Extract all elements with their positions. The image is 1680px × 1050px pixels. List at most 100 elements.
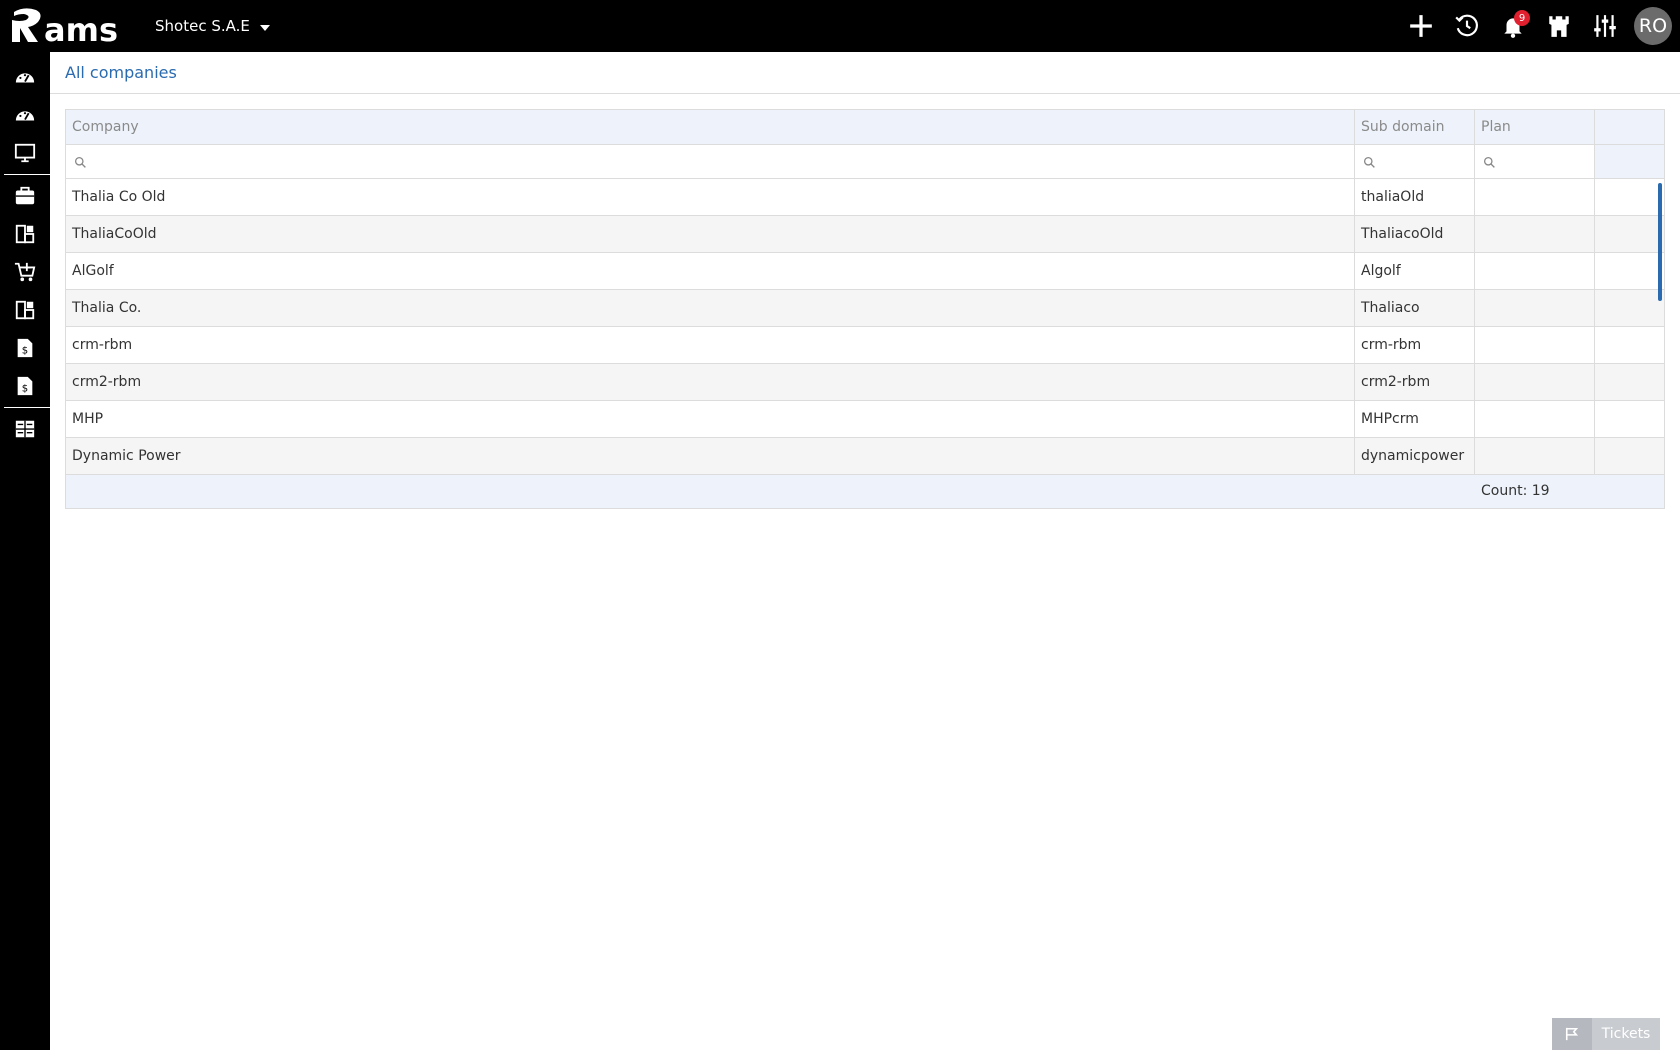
castle-icon [1549, 16, 1569, 37]
sidebar-item-payments[interactable]: $ [0, 367, 50, 405]
svg-text:$: $ [22, 346, 28, 357]
cell-empty [1595, 438, 1664, 474]
cell-sub-domain: MHPcrm [1355, 401, 1475, 437]
sidebar-divider [4, 407, 50, 408]
cell-empty [1595, 290, 1664, 326]
cell-sub-domain: crm2-rbm [1355, 364, 1475, 400]
record-count: Count: 19 [1481, 483, 1550, 499]
column-header-company[interactable]: Company [66, 110, 1355, 144]
tickets-button[interactable]: Tickets [1552, 1018, 1660, 1050]
sidebar-item-reports[interactable] [0, 410, 50, 448]
history-icon [1455, 14, 1478, 37]
cell-company: AlGolf [66, 253, 1355, 289]
cell-sub-domain: ThaliacoOld [1355, 216, 1475, 252]
history-button[interactable] [1444, 0, 1490, 52]
cell-company: Dynamic Power [66, 438, 1355, 474]
dollar-document-icon: $ [17, 376, 33, 396]
cell-plan [1475, 364, 1595, 400]
briefcase-icon [15, 186, 35, 205]
dashboard-gauge-icon [15, 111, 35, 121]
plan-filter-input[interactable] [1481, 145, 1594, 178]
cell-company: Thalia Co Old [66, 179, 1355, 215]
sidebar-item-desktop[interactable] [0, 134, 50, 172]
search-icon [1363, 156, 1375, 168]
search-icon [1483, 156, 1495, 168]
table-row[interactable]: crm2-rbm crm2-rbm [66, 364, 1664, 401]
cell-plan [1475, 438, 1595, 474]
notifications-button[interactable]: 9 [1490, 0, 1536, 52]
cell-company: crm-rbm [66, 327, 1355, 363]
grid-scrollbar[interactable] [1658, 183, 1662, 301]
cell-empty [1595, 401, 1664, 437]
cell-plan [1475, 290, 1595, 326]
cell-plan [1475, 327, 1595, 363]
sidebar-item-modules[interactable] [0, 215, 50, 253]
report-grid-icon [15, 420, 35, 438]
cell-empty [1595, 179, 1664, 215]
company-switcher[interactable]: Shotec S.A.E [155, 17, 270, 35]
sidebar-item-invoices[interactable]: $ [0, 329, 50, 367]
main-content: All companies Company Sub domain Plan Th… [50, 52, 1680, 1050]
company-filter-input[interactable] [72, 145, 1354, 178]
settings-button[interactable] [1582, 0, 1628, 52]
svg-text:ams: ams [44, 11, 118, 46]
castle-button[interactable] [1536, 0, 1582, 52]
cell-sub-domain: thaliaOld [1355, 179, 1475, 215]
cell-plan [1475, 401, 1595, 437]
table-row[interactable]: AlGolf Algolf [66, 253, 1664, 290]
filter-cell-company [66, 145, 1355, 178]
cell-company: Thalia Co. [66, 290, 1355, 326]
cart-icon [14, 262, 36, 282]
companies-grid: Company Sub domain Plan Thalia Co Old th… [65, 109, 1665, 509]
sidebar: $ $ [0, 52, 50, 1050]
flag-icon [1552, 1018, 1592, 1050]
column-header-plan[interactable]: Plan [1475, 110, 1595, 144]
cell-empty [1595, 253, 1664, 289]
user-avatar[interactable]: RO [1634, 7, 1672, 45]
rams-logo[interactable]: ams [10, 6, 132, 46]
page-title[interactable]: All companies [65, 63, 177, 82]
dollar-document-icon: $ [17, 338, 33, 358]
monitor-icon [14, 143, 36, 163]
cell-plan [1475, 179, 1595, 215]
modules-icon [15, 300, 35, 320]
grid-footer: Count: 19 [66, 475, 1664, 508]
top-bar: ams Shotec S.A.E 9 RO [0, 0, 1680, 52]
grid-filter-row [66, 145, 1664, 179]
cell-sub-domain: crm-rbm [1355, 327, 1475, 363]
company-name: Shotec S.A.E [155, 17, 250, 35]
cell-company: crm2-rbm [66, 364, 1355, 400]
filter-cell-plan [1475, 145, 1595, 178]
sidebar-item-dashboard-2[interactable] [0, 96, 50, 134]
table-row[interactable]: crm-rbm crm-rbm [66, 327, 1664, 364]
table-row[interactable]: Thalia Co. Thaliaco [66, 290, 1664, 327]
tickets-label: Tickets [1601, 1026, 1651, 1042]
column-header-sub-domain[interactable]: Sub domain [1355, 110, 1475, 144]
sidebar-item-briefcase[interactable] [0, 177, 50, 215]
search-icon [74, 156, 86, 168]
cell-plan [1475, 253, 1595, 289]
sliders-icon [1594, 15, 1616, 37]
column-header-empty [1595, 110, 1664, 144]
cell-sub-domain: dynamicpower [1355, 438, 1475, 474]
cell-empty [1595, 216, 1664, 252]
cell-empty [1595, 364, 1664, 400]
caret-down-icon [259, 25, 270, 31]
sidebar-divider [4, 174, 50, 175]
cell-company: ThaliaCoOld [66, 216, 1355, 252]
top-actions: 9 RO [1398, 0, 1680, 52]
sidebar-item-modules-2[interactable] [0, 291, 50, 329]
add-button[interactable] [1398, 0, 1444, 52]
sidebar-item-cart[interactable] [0, 253, 50, 291]
sub-domain-filter-input[interactable] [1361, 145, 1474, 178]
table-row[interactable]: Thalia Co Old thaliaOld [66, 179, 1664, 216]
notification-badge: 9 [1514, 10, 1530, 26]
grid-body: Thalia Co Old thaliaOld ThaliaCoOld Thal… [66, 179, 1664, 475]
cell-plan [1475, 216, 1595, 252]
sidebar-item-dashboard[interactable] [0, 58, 50, 96]
table-row[interactable]: MHP MHPcrm [66, 401, 1664, 438]
table-row[interactable]: ThaliaCoOld ThaliacoOld [66, 216, 1664, 253]
filter-cell-empty [1595, 145, 1664, 178]
page-header: All companies [50, 52, 1680, 94]
table-row[interactable]: Dynamic Power dynamicpower [66, 438, 1664, 475]
